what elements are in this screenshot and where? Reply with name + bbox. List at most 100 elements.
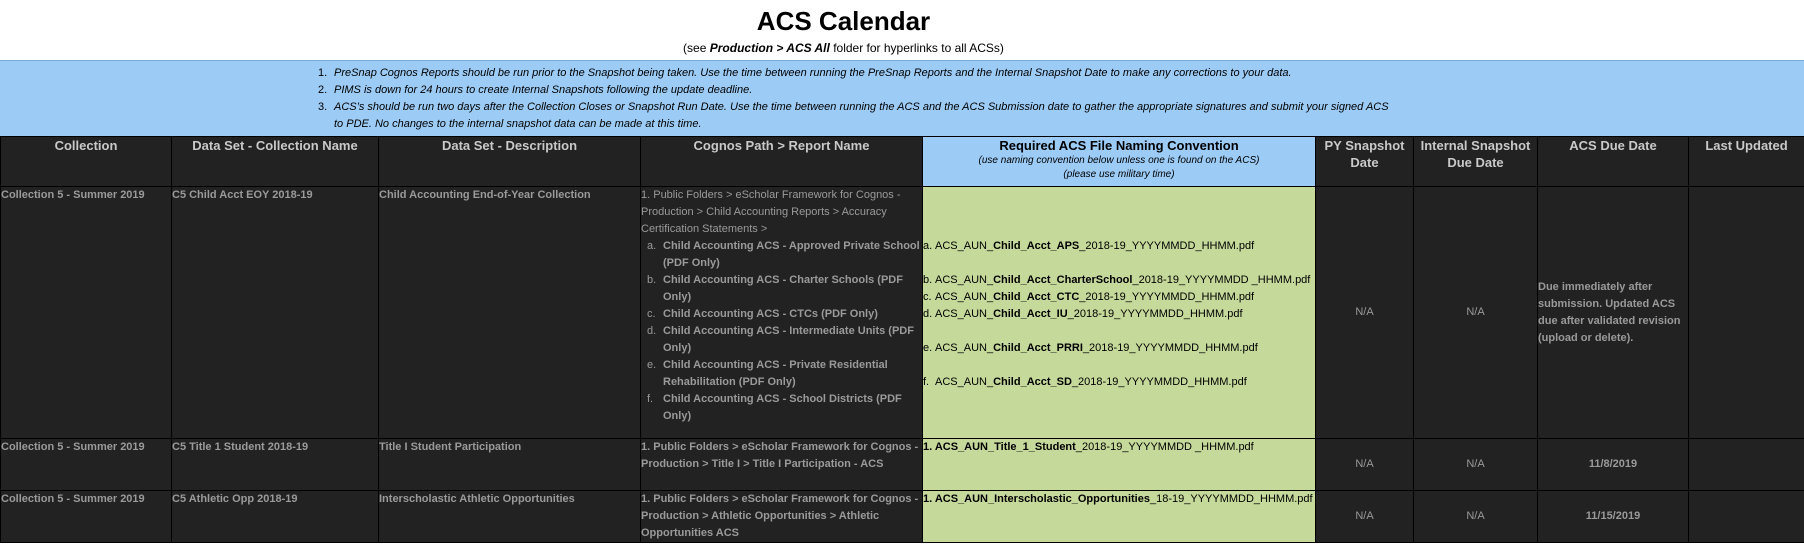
file-letter: f. (923, 376, 930, 388)
file-naming-note: (use naming convention below unless one … (978, 155, 1260, 166)
file-name: c. ACS_AUN_Child_Acct_CTC_2018-19_YYYYMMD… (923, 289, 1315, 306)
file-key: Child_Acct_CTC (993, 291, 1080, 303)
cell-dataset-name[interactable]: C5 Child Acct EOY 2018-19 (171, 186, 379, 439)
report-letter: d. (647, 325, 657, 337)
report-name: Child Accounting ACS - School Districts … (663, 393, 902, 422)
report-item: f. Child Accounting ACS - School District… (642, 391, 922, 425)
cell-acs-due[interactable]: Due immediately after submission. Update… (1537, 186, 1689, 439)
file-prefix: ACS_AUN_ (935, 274, 994, 286)
cell-file-naming[interactable]: 1. ACS_AUN_Title_1_Student_2018-19_YYYYM… (922, 438, 1316, 491)
cell-internal-snapshot[interactable]: N/A (1413, 186, 1538, 439)
cell-acs-due[interactable]: 11/15/2019 (1537, 490, 1689, 543)
file-key: Child_Acct_IU (993, 308, 1068, 320)
acs-calendar-table: Collection Data Set - Collection Name Da… (0, 136, 1804, 543)
page-title: ACS Calendar (756, 6, 931, 36)
instruction-item: 2. PIMS is down for 24 hours to create In… (318, 82, 1398, 99)
table-row: Collection 5 - Summer 2019 C5 Athletic O… (0, 490, 1804, 543)
file-prefix: ACS_AUN_ (935, 308, 994, 320)
file-letter: e. (923, 342, 933, 354)
table-row: Collection 5 - Summer 2019 C5 Title 1 St… (0, 438, 1804, 491)
file-prefix: ACS_AUN_ (935, 240, 994, 252)
file-key: Child_Acct_SD (993, 376, 1072, 388)
cell-collection[interactable]: Collection 5 - Summer 2019 (0, 438, 172, 491)
instructions-list: 1. PreSnap Cognos Reports should be run p… (318, 65, 1398, 133)
report-item: c. Child Accounting ACS - CTCs (PDF Only) (642, 306, 922, 323)
file-suffix: _2018-19_YYYYMMDD_HHMM.pdf (1082, 342, 1258, 354)
report-item: d. Child Accounting ACS - Intermediate Un… (642, 323, 922, 357)
file-key: 1. ACS_AUN_Title_1_Student (923, 441, 1076, 453)
cell-file-naming[interactable]: 1. ACS_AUN_Interscholastic_Opportunities… (922, 490, 1316, 543)
cell-dataset-description[interactable]: Interscholastic Athletic Opportunities (378, 490, 641, 543)
cell-dataset-name[interactable]: C5 Title 1 Student 2018-19 (171, 438, 379, 491)
cell-cognos-path[interactable]: 1. Public Folders > eScholar Framework f… (640, 186, 923, 439)
cell-dataset-description[interactable]: Child Accounting End-of-Year Collection (378, 186, 641, 439)
report-name: Child Accounting ACS - Charter Schools (… (663, 274, 903, 303)
file-letter: a. (923, 240, 933, 252)
file-suffix: _2018-19_YYYYMMDD_HHMM.pdf (1079, 240, 1255, 252)
instruction-number: 2. (318, 84, 328, 96)
report-name: Child Accounting ACS - Approved Private … (663, 240, 920, 269)
file-naming-title: Required ACS File Naming Convention (999, 138, 1239, 153)
cell-py-snapshot[interactable]: N/A (1315, 438, 1414, 491)
cell-py-snapshot[interactable]: N/A (1315, 490, 1414, 543)
cell-acs-due[interactable]: 11/8/2019 (1537, 438, 1689, 491)
file-letter: c. (923, 291, 932, 303)
cell-collection[interactable]: Collection 5 - Summer 2019 (0, 490, 172, 543)
cell-cognos-path[interactable]: 1. Public Folders > eScholar Framework f… (640, 490, 923, 543)
file-prefix: ACS_AUN_ (935, 376, 994, 388)
file-key: Child_Acct_PRRI (993, 342, 1083, 354)
file-suffix: _2018-19_YYYYMMDD_HHMM.pdf (1071, 376, 1247, 388)
report-item: e. Child Accounting ACS - Private Residen… (642, 357, 922, 391)
col-header-cognos-path[interactable]: Cognos Path > Report Name (640, 136, 923, 187)
file-key: 1. ACS_AUN_Interscholastic_Opportunities (923, 493, 1150, 505)
file-name: d. ACS_AUN_Child_Acct_IU_2018-19_YYYYMMDD… (923, 306, 1315, 323)
subtitle-folder-link: Production > ACS All (709, 41, 830, 55)
report-name: Child Accounting ACS - Private Residenti… (663, 359, 888, 388)
file-key: Child_Acct_CharterSchool (993, 274, 1133, 286)
cell-last-updated[interactable] (1688, 438, 1804, 491)
file-name: a. ACS_AUN_Child_Acct_APS_2018-19_YYYYMMD… (923, 238, 1315, 255)
report-letter: e. (647, 359, 657, 371)
cell-cognos-path[interactable]: 1. Public Folders > eScholar Framework f… (640, 438, 923, 491)
col-header-dataset-name[interactable]: Data Set - Collection Name (171, 136, 379, 187)
cell-last-updated[interactable] (1688, 490, 1804, 543)
report-item: a. Child Accounting ACS - Approved Privat… (642, 238, 922, 272)
report-letter: c. (647, 308, 656, 320)
cell-internal-snapshot[interactable]: N/A (1413, 438, 1538, 491)
report-letter: f. (647, 393, 654, 405)
col-header-dataset-description[interactable]: Data Set - Description (378, 136, 641, 187)
report-name: Child Accounting ACS - CTCs (PDF Only) (663, 308, 878, 320)
file-key: Child_Acct_APS (993, 240, 1080, 252)
col-header-internal-snapshot[interactable]: Internal Snapshot Due Date (1413, 136, 1538, 187)
cell-internal-snapshot[interactable]: N/A (1413, 490, 1538, 543)
col-header-file-naming[interactable]: Required ACS File Naming Convention (use… (922, 136, 1316, 187)
file-name: b. ACS_AUN_Child_Acct_CharterSchool_2018-… (924, 272, 1315, 289)
report-letter: b. (647, 274, 657, 286)
cell-file-naming[interactable]: a. ACS_AUN_Child_Acct_APS_2018-19_YYYYMMD… (922, 186, 1316, 439)
instruction-number: 1. (318, 67, 328, 79)
cell-dataset-name[interactable]: C5 Athletic Opp 2018-19 (171, 490, 379, 543)
file-name: f. ACS_AUN_Child_Acct_SD_2018-19_YYYYMMDD… (923, 374, 1315, 391)
cell-last-updated[interactable] (1688, 186, 1804, 439)
file-suffix: _18-19_YYYYMMDD_HHMM.pdf (1149, 493, 1313, 505)
col-header-py-snapshot[interactable]: PY Snapshot Date (1315, 136, 1414, 187)
blank-cell (1687, 0, 1804, 60)
col-header-last-updated[interactable]: Last Updated (1688, 136, 1804, 187)
col-header-acs-due[interactable]: ACS Due Date (1537, 136, 1689, 187)
cell-dataset-description[interactable]: Title I Student Participation (378, 438, 641, 491)
col-header-collection[interactable]: Collection (0, 136, 172, 187)
instructions-banner: 1. PreSnap Cognos Reports should be run p… (0, 60, 1804, 137)
report-item: b. Child Accounting ACS - Charter Schools… (642, 272, 922, 306)
file-suffix: _2018-19_YYYYMMDD _HHMM.pdf (1132, 274, 1311, 286)
file-letter: d. (923, 308, 933, 320)
cell-py-snapshot[interactable]: N/A (1315, 186, 1414, 439)
cell-collection[interactable]: Collection 5 - Summer 2019 (0, 186, 172, 439)
report-name: Child Accounting ACS - Intermediate Unit… (663, 325, 914, 354)
table-row: Collection 5 - Summer 2019 C5 Child Acct… (0, 186, 1804, 439)
instruction-text: PreSnap Cognos Reports should be run pri… (334, 67, 1292, 79)
